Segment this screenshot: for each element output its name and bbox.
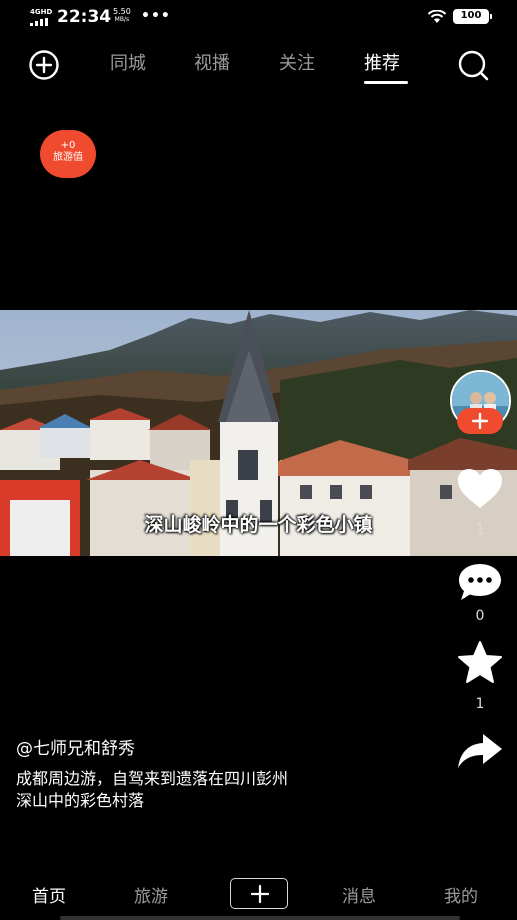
travel-value-label: 旅游值	[53, 152, 83, 163]
status-time: 22:34	[57, 7, 112, 27]
travel-value: +0	[60, 140, 76, 151]
network-speed-value: 5.50	[113, 7, 131, 16]
battery-icon: 100	[453, 9, 492, 24]
post-description: 成都周边游，自驾来到遗落在四川彭州 深山中的彩色村落	[16, 768, 396, 812]
tab-same-city[interactable]: 同城	[110, 49, 146, 75]
share-arrow-icon[interactable]	[455, 728, 505, 774]
network-speed-unit: MB/s	[114, 16, 130, 23]
search-icon[interactable]	[456, 48, 490, 82]
star-icon[interactable]	[455, 640, 505, 686]
comment-icon[interactable]	[455, 560, 505, 606]
network-type: 4GHD	[30, 8, 53, 16]
heart-icon[interactable]	[455, 466, 505, 512]
nav-travel[interactable]: 旅游	[134, 882, 168, 907]
wifi-icon	[427, 10, 447, 23]
follow-button[interactable]	[457, 408, 503, 434]
status-more-dots: •••	[141, 8, 171, 24]
post-description-line: 深山中的彩色村落	[16, 791, 145, 810]
cellular-signal-icon: 4GHD	[30, 8, 52, 26]
create-post-button[interactable]	[230, 878, 288, 909]
nav-messages[interactable]: 消息	[342, 882, 376, 907]
tab-following[interactable]: 关注	[279, 49, 315, 75]
like-count: 1	[475, 522, 485, 538]
tab-live-video[interactable]: 视播	[194, 49, 230, 75]
favorite-count: 1	[475, 696, 485, 712]
bottom-nav: 首页 旅游 消息 我的	[0, 866, 517, 920]
comment-count: 0	[475, 608, 485, 624]
add-circle-icon[interactable]	[28, 49, 60, 81]
plus-icon	[250, 884, 270, 904]
nav-me[interactable]: 我的	[444, 882, 478, 907]
plus-icon	[471, 412, 489, 430]
video-caption: 深山峻岭中的一个彩色小镇	[144, 514, 373, 536]
network-speed: 5.50 MB/s	[113, 8, 131, 24]
status-bar: 4GHD 22:34 5.50 MB/s ••• 100	[0, 0, 517, 34]
author-name[interactable]: @七师兄和舒秀	[16, 734, 135, 759]
travel-value-badge[interactable]: +0 旅游值	[40, 130, 96, 178]
active-tab-indicator	[364, 81, 408, 84]
nav-home[interactable]: 首页	[32, 882, 66, 907]
home-indicator	[60, 916, 460, 920]
top-nav: 同城 视播 关注 推荐	[0, 40, 517, 90]
post-description-line: 成都周边游，自驾来到遗落在四川彭州	[16, 769, 289, 788]
tab-recommended[interactable]: 推荐	[364, 49, 400, 75]
